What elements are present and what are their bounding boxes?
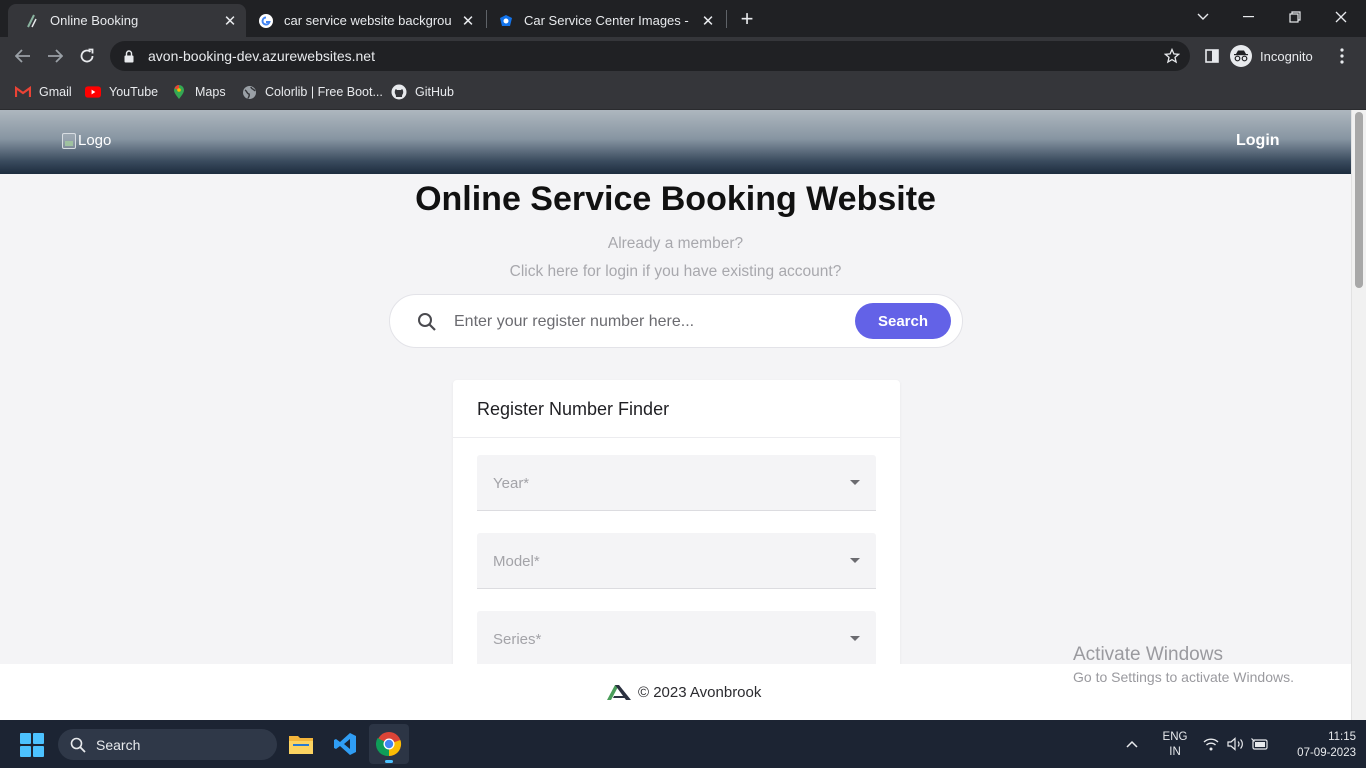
tab-online-booking[interactable]: Online Booking ✕ [8, 4, 246, 37]
show-hidden-icons-chevron-icon[interactable] [1126, 720, 1138, 768]
close-window-icon[interactable] [1318, 0, 1364, 34]
chrome-menu-icon[interactable] [1332, 45, 1352, 67]
register-search-bar: Search [389, 294, 963, 348]
avonbrook-logo-icon [607, 685, 631, 700]
bookmark-label: Maps [195, 85, 226, 99]
login-link[interactable]: Login [1236, 132, 1280, 150]
bookmark-label: GitHub [415, 85, 454, 99]
scrollbar-thumb[interactable] [1355, 112, 1363, 288]
tab-separator [726, 10, 727, 28]
bookmark-gmail[interactable]: Gmail [15, 82, 72, 102]
lock-icon[interactable] [122, 49, 136, 63]
vscode-icon[interactable] [325, 724, 365, 764]
tab-close-icon[interactable]: ✕ [220, 11, 240, 31]
page-viewport: Logo Login Online Service Booking Websit… [0, 110, 1366, 720]
bookmark-maps[interactable]: Maps [171, 82, 226, 102]
bookmark-label: YouTube [109, 85, 159, 99]
page-title: Online Service Booking Website [415, 180, 936, 218]
browser-tab-strip: Online Booking ✕ car service website bac… [0, 0, 1366, 37]
system-clock[interactable]: 11:15 07-09-2023 [1278, 729, 1356, 761]
browser-toolbar: avon-booking-dev.azurewebsites.net Incog… [0, 37, 1366, 75]
broken-image-icon [62, 132, 76, 149]
windows-taskbar: Search ENG IN 11:15 07-09-2023 [0, 720, 1366, 768]
back-arrow-icon[interactable] [8, 41, 38, 71]
globe-icon [241, 84, 257, 100]
address-bar[interactable]: avon-booking-dev.azurewebsites.net [110, 41, 1190, 71]
site-logo[interactable]: Logo [62, 132, 111, 149]
taskbar-search[interactable]: Search [58, 729, 277, 760]
wifi-icon[interactable] [1203, 720, 1219, 768]
page-scrollbar[interactable] [1351, 110, 1366, 720]
reload-icon[interactable] [72, 41, 102, 71]
incognito-icon [1230, 45, 1252, 67]
minimize-icon[interactable] [1226, 0, 1272, 34]
new-tab-button[interactable]: + [735, 6, 759, 31]
search-icon [418, 313, 436, 331]
card-title: Register Number Finder [477, 399, 670, 419]
forward-arrow-icon[interactable] [40, 41, 70, 71]
watermark-title: Activate Windows [1073, 644, 1223, 665]
model-select[interactable]: Model* [477, 533, 876, 589]
bookmark-github[interactable]: GitHub [391, 82, 454, 102]
card-divider [453, 437, 900, 438]
clock-time: 11:15 [1328, 731, 1356, 743]
model-select-label: Model* [493, 553, 540, 570]
profile-label: Incognito [1260, 48, 1313, 64]
activate-windows-watermark: Activate Windows Go to Settings to activ… [1073, 644, 1294, 685]
windows-start-icon[interactable] [20, 733, 44, 757]
maps-icon [171, 84, 187, 100]
file-explorer-icon[interactable] [281, 724, 321, 764]
tab-close-icon[interactable]: ✕ [458, 11, 478, 31]
search-icon [70, 737, 86, 753]
footer-copyright: © 2023 Avonbrook [638, 683, 762, 701]
volume-icon[interactable] [1227, 720, 1245, 768]
input-language-indicator[interactable]: ENG IN [1160, 730, 1190, 760]
site-header: Logo Login [0, 110, 1351, 174]
freepik-icon [498, 13, 514, 29]
register-number-input[interactable] [454, 307, 844, 337]
bookmarks-bar: Gmail YouTube Maps Colorlib | Free Boot.… [0, 75, 1366, 110]
taskbar-search-label: Search [96, 736, 141, 753]
battery-icon[interactable] [1251, 720, 1269, 768]
tab-google-search[interactable]: car service website background i ✕ [246, 4, 484, 37]
site-favicon-icon [24, 13, 40, 29]
restore-icon[interactable] [1272, 0, 1318, 34]
url-text[interactable]: avon-booking-dev.azurewebsites.net [148, 48, 375, 64]
bookmark-colorlib[interactable]: Colorlib | Free Boot... [241, 82, 383, 102]
search-button[interactable]: Search [855, 303, 951, 339]
incognito-profile-button[interactable]: Incognito [1230, 43, 1313, 69]
bookmark-label: Gmail [39, 85, 72, 99]
series-select[interactable]: Series* [477, 611, 876, 667]
year-select[interactable]: Year* [477, 455, 876, 511]
logo-alt-text: Logo [78, 132, 112, 149]
year-select-label: Year* [493, 475, 530, 492]
chrome-icon[interactable] [369, 724, 409, 764]
active-app-indicator [385, 760, 393, 763]
member-prompt: Already a member? [607, 235, 744, 252]
youtube-icon [85, 84, 101, 100]
tab-close-icon[interactable]: ✕ [698, 11, 718, 31]
clock-date: 07-09-2023 [1297, 747, 1356, 759]
gmail-icon [15, 84, 31, 100]
dropdown-caret-icon [850, 480, 860, 485]
bookmark-youtube[interactable]: YouTube [85, 82, 158, 102]
tab-search-chevron-icon[interactable] [1180, 0, 1226, 34]
tab-title: Online Booking [50, 13, 139, 28]
tab-title: car service website background i [284, 13, 452, 28]
google-icon [258, 13, 274, 29]
lang-region: IN [1169, 746, 1181, 758]
lang-code: ENG [1162, 731, 1188, 743]
tab-car-service-images[interactable]: Car Service Center Images - Free ✕ [486, 4, 724, 37]
dropdown-caret-icon [850, 558, 860, 563]
tab-title: Car Service Center Images - Free [524, 13, 692, 28]
github-icon [391, 84, 407, 100]
bookmark-star-icon[interactable] [1162, 46, 1182, 66]
bookmark-label: Colorlib | Free Boot... [265, 85, 383, 99]
watermark-subtitle: Go to Settings to activate Windows. [1073, 669, 1294, 685]
series-select-label: Series* [493, 631, 542, 648]
login-hint[interactable]: Click here for login if you have existin… [0, 263, 1351, 281]
side-panel-icon[interactable] [1201, 45, 1223, 67]
dropdown-caret-icon [850, 636, 860, 641]
